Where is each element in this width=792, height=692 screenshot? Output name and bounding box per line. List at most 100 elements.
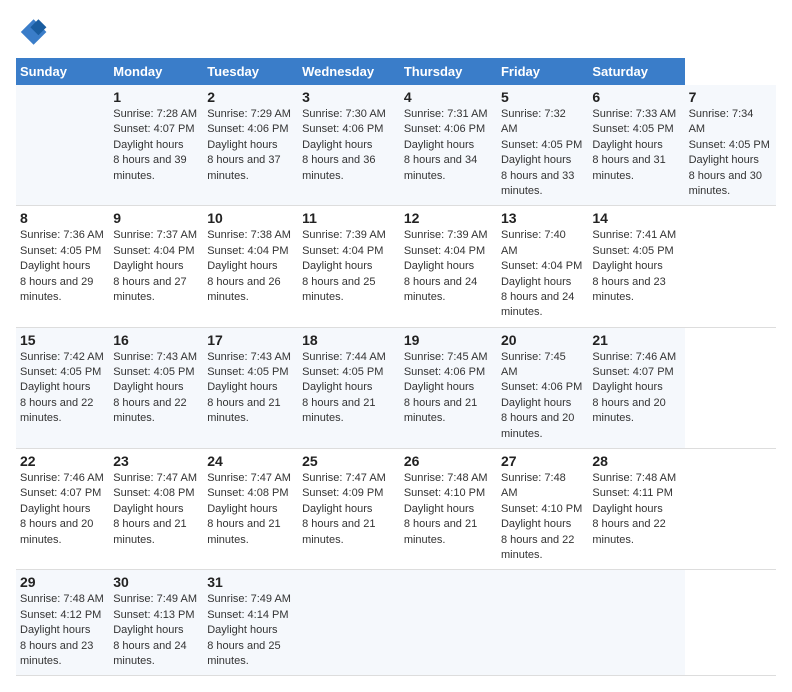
day-cell-20: 20 Sunrise: 7:45 AMSunset: 4:06 PMDayligh… bbox=[497, 327, 588, 448]
col-header-sunday: Sunday bbox=[16, 58, 109, 85]
day-info: Sunrise: 7:34 AMSunset: 4:05 PMDaylight … bbox=[689, 108, 770, 197]
day-number: 1 bbox=[113, 89, 199, 105]
day-info: Sunrise: 7:46 AMSunset: 4:07 PMDaylight … bbox=[20, 472, 104, 546]
logo-icon bbox=[16, 16, 48, 48]
day-number: 28 bbox=[592, 453, 680, 469]
day-number: 22 bbox=[20, 453, 105, 469]
week-row-4: 22 Sunrise: 7:46 AMSunset: 4:07 PMDayligh… bbox=[16, 449, 776, 570]
day-number: 11 bbox=[302, 210, 396, 226]
day-cell-23: 23 Sunrise: 7:47 AMSunset: 4:08 PMDayligh… bbox=[109, 449, 203, 570]
day-cell-31: 31 Sunrise: 7:49 AMSunset: 4:14 PMDayligh… bbox=[203, 570, 298, 676]
day-cell-30: 30Sunrise: 7:49 AMSunset: 4:13 PMDayligh… bbox=[109, 570, 203, 676]
day-number: 12 bbox=[404, 210, 493, 226]
week-row-2: 8 Sunrise: 7:36 AMSunset: 4:05 PMDaylight… bbox=[16, 206, 776, 327]
day-info: Sunrise: 7:47 AMSunset: 4:09 PMDaylight … bbox=[302, 472, 386, 546]
day-cell-19: 19Sunrise: 7:45 AMSunset: 4:06 PMDayligh… bbox=[400, 327, 497, 448]
day-number: 31 bbox=[207, 574, 294, 590]
day-info: Sunrise: 7:38 AMSunset: 4:04 PMDaylight … bbox=[207, 229, 291, 303]
day-number: 3 bbox=[302, 89, 396, 105]
day-number: 2 bbox=[207, 89, 294, 105]
day-number: 29 bbox=[20, 574, 105, 590]
day-cell-29: 29Sunrise: 7:48 AMSunset: 4:12 PMDayligh… bbox=[16, 570, 109, 676]
col-header-friday: Friday bbox=[497, 58, 588, 85]
day-number: 4 bbox=[404, 89, 493, 105]
day-number: 25 bbox=[302, 453, 396, 469]
day-number: 27 bbox=[501, 453, 584, 469]
day-info: Sunrise: 7:39 AMSunset: 4:04 PMDaylight … bbox=[302, 229, 386, 303]
day-cell-28: 28 Sunrise: 7:48 AMSunset: 4:11 PMDayligh… bbox=[588, 449, 684, 570]
day-info: Sunrise: 7:37 AMSunset: 4:04 PMDaylight … bbox=[113, 229, 197, 303]
day-cell-21: 21Sunrise: 7:46 AMSunset: 4:07 PMDayligh… bbox=[588, 327, 684, 448]
day-info: Sunrise: 7:44 AMSunset: 4:05 PMDaylight … bbox=[302, 351, 386, 425]
empty-cell bbox=[400, 570, 497, 676]
day-cell-4: 4 Sunrise: 7:31 AMSunset: 4:06 PMDaylight… bbox=[400, 85, 497, 206]
week-row-3: 15 Sunrise: 7:42 AMSunset: 4:05 PMDayligh… bbox=[16, 327, 776, 448]
day-number: 26 bbox=[404, 453, 493, 469]
day-number: 17 bbox=[207, 332, 294, 348]
day-cell-17: 17 Sunrise: 7:43 AMSunset: 4:05 PMDayligh… bbox=[203, 327, 298, 448]
day-number: 8 bbox=[20, 210, 105, 226]
day-number: 10 bbox=[207, 210, 294, 226]
day-info: Sunrise: 7:48 AMSunset: 4:11 PMDaylight … bbox=[592, 472, 676, 546]
col-header-wednesday: Wednesday bbox=[298, 58, 400, 85]
day-cell-25: 25 Sunrise: 7:47 AMSunset: 4:09 PMDayligh… bbox=[298, 449, 400, 570]
day-info: Sunrise: 7:49 AMSunset: 4:14 PMDaylight … bbox=[207, 593, 291, 667]
day-cell-15: 15 Sunrise: 7:42 AMSunset: 4:05 PMDayligh… bbox=[16, 327, 109, 448]
day-info: Sunrise: 7:33 AMSunset: 4:05 PMDaylight … bbox=[592, 108, 676, 182]
header-row: SundayMondayTuesdayWednesdayThursdayFrid… bbox=[16, 58, 776, 85]
day-cell-22: 22 Sunrise: 7:46 AMSunset: 4:07 PMDayligh… bbox=[16, 449, 109, 570]
day-number: 9 bbox=[113, 210, 199, 226]
col-header-thursday: Thursday bbox=[400, 58, 497, 85]
day-number: 14 bbox=[592, 210, 680, 226]
col-header-monday: Monday bbox=[109, 58, 203, 85]
day-info: Sunrise: 7:47 AMSunset: 4:08 PMDaylight … bbox=[113, 472, 197, 546]
empty-cell bbox=[588, 570, 684, 676]
day-info: Sunrise: 7:47 AMSunset: 4:08 PMDaylight … bbox=[207, 472, 291, 546]
day-number: 13 bbox=[501, 210, 584, 226]
day-cell-1: 1 Sunrise: 7:28 AMSunset: 4:07 PMDaylight… bbox=[109, 85, 203, 206]
day-number: 20 bbox=[501, 332, 584, 348]
day-cell-24: 24 Sunrise: 7:47 AMSunset: 4:08 PMDayligh… bbox=[203, 449, 298, 570]
day-info: Sunrise: 7:43 AMSunset: 4:05 PMDaylight … bbox=[113, 351, 197, 425]
day-info: Sunrise: 7:41 AMSunset: 4:05 PMDaylight … bbox=[592, 229, 676, 303]
page-header bbox=[16, 16, 776, 48]
day-info: Sunrise: 7:45 AMSunset: 4:06 PMDaylight … bbox=[404, 351, 488, 425]
day-info: Sunrise: 7:31 AMSunset: 4:06 PMDaylight … bbox=[404, 108, 488, 182]
calendar-table: SundayMondayTuesdayWednesdayThursdayFrid… bbox=[16, 58, 776, 676]
day-info: Sunrise: 7:43 AMSunset: 4:05 PMDaylight … bbox=[207, 351, 291, 425]
day-number: 6 bbox=[592, 89, 680, 105]
day-cell-16: 16 Sunrise: 7:43 AMSunset: 4:05 PMDayligh… bbox=[109, 327, 203, 448]
day-cell-11: 11 Sunrise: 7:39 AMSunset: 4:04 PMDayligh… bbox=[298, 206, 400, 327]
day-info: Sunrise: 7:40 AMSunset: 4:04 PMDaylight … bbox=[501, 229, 582, 318]
day-cell-5: 5Sunrise: 7:32 AMSunset: 4:05 PMDaylight… bbox=[497, 85, 588, 206]
day-number: 21 bbox=[592, 332, 680, 348]
day-cell-3: 3Sunrise: 7:30 AMSunset: 4:06 PMDaylight… bbox=[298, 85, 400, 206]
day-number: 15 bbox=[20, 332, 105, 348]
empty-cell bbox=[16, 85, 109, 206]
col-header-tuesday: Tuesday bbox=[203, 58, 298, 85]
day-number: 23 bbox=[113, 453, 199, 469]
day-info: Sunrise: 7:39 AMSunset: 4:04 PMDaylight … bbox=[404, 229, 488, 303]
day-info: Sunrise: 7:42 AMSunset: 4:05 PMDaylight … bbox=[20, 351, 104, 425]
day-cell-6: 6 Sunrise: 7:33 AMSunset: 4:05 PMDaylight… bbox=[588, 85, 684, 206]
day-cell-2: 2Sunrise: 7:29 AMSunset: 4:06 PMDaylight… bbox=[203, 85, 298, 206]
day-number: 18 bbox=[302, 332, 396, 348]
day-cell-27: 27 Sunrise: 7:48 AMSunset: 4:10 PMDayligh… bbox=[497, 449, 588, 570]
col-header-saturday: Saturday bbox=[588, 58, 684, 85]
day-cell-14: 14 Sunrise: 7:41 AMSunset: 4:05 PMDayligh… bbox=[588, 206, 684, 327]
day-info: Sunrise: 7:48 AMSunset: 4:10 PMDaylight … bbox=[501, 472, 582, 561]
day-cell-26: 26 Sunrise: 7:48 AMSunset: 4:10 PMDayligh… bbox=[400, 449, 497, 570]
empty-cell bbox=[298, 570, 400, 676]
day-info: Sunrise: 7:45 AMSunset: 4:06 PMDaylight … bbox=[501, 351, 582, 440]
day-number: 16 bbox=[113, 332, 199, 348]
day-number: 30 bbox=[113, 574, 199, 590]
day-info: Sunrise: 7:48 AMSunset: 4:10 PMDaylight … bbox=[404, 472, 488, 546]
day-cell-12: 12 Sunrise: 7:39 AMSunset: 4:04 PMDayligh… bbox=[400, 206, 497, 327]
day-info: Sunrise: 7:28 AMSunset: 4:07 PMDaylight … bbox=[113, 108, 197, 182]
day-info: Sunrise: 7:36 AMSunset: 4:05 PMDaylight … bbox=[20, 229, 104, 303]
day-info: Sunrise: 7:32 AMSunset: 4:05 PMDaylight … bbox=[501, 108, 582, 197]
day-cell-18: 18 Sunrise: 7:44 AMSunset: 4:05 PMDayligh… bbox=[298, 327, 400, 448]
empty-cell bbox=[497, 570, 588, 676]
day-number: 24 bbox=[207, 453, 294, 469]
day-cell-7: 7Sunrise: 7:34 AMSunset: 4:05 PMDaylight… bbox=[685, 85, 776, 206]
